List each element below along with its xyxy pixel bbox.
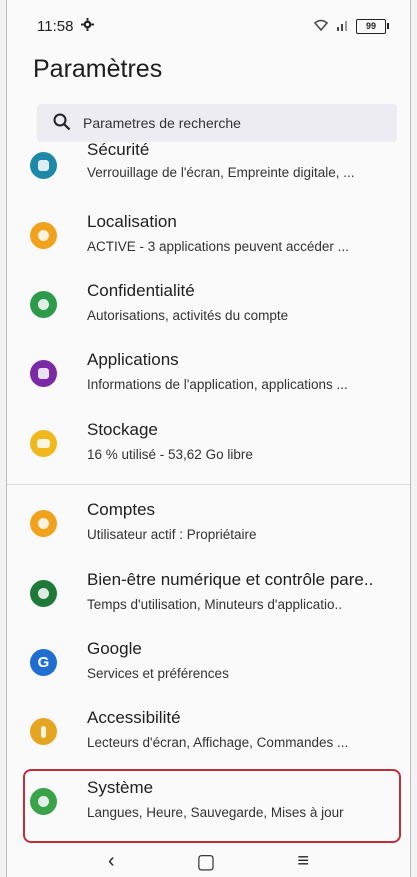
privacy-icon: [30, 291, 57, 318]
item-title: Google: [87, 639, 142, 658]
battery-icon: 99: [356, 18, 389, 34]
item-title: Applications: [87, 350, 179, 369]
settings-screen: 11:58 99 Paramètres Parametres de recher…: [6, 0, 411, 877]
item-title: Bien-être numérique et contrôle pare..: [87, 570, 374, 589]
item-subtitle: Services et préférences: [87, 666, 229, 681]
item-subtitle: ACTIVE - 3 applications peuvent accéder …: [87, 239, 349, 254]
item-subtitle: Utilisateur actif : Propriétaire: [87, 527, 257, 542]
item-title: Sécurité: [87, 140, 150, 159]
item-subtitle: Informations de l'application, applicati…: [87, 377, 348, 392]
google-icon: G: [30, 649, 57, 676]
back-button[interactable]: ‹: [108, 850, 115, 873]
settings-item-accounts[interactable]: Comptes Utilisateur actif : Propriétaire: [7, 494, 410, 562]
search-icon: [53, 113, 83, 134]
settings-item-privacy[interactable]: Confidentialité Autorisations, activités…: [7, 275, 410, 343]
item-title: Accessibilité: [87, 708, 181, 727]
home-button[interactable]: ▢: [197, 849, 216, 874]
item-subtitle: Autorisations, activités du compte: [87, 308, 289, 323]
item-subtitle: 16 % utilisé - 53,62 Go libre: [87, 447, 253, 462]
status-time: 11:58: [37, 17, 74, 35]
item-title: Comptes: [87, 500, 156, 519]
search-bar[interactable]: Parametres de recherche: [37, 104, 397, 142]
settings-item-location[interactable]: Localisation ACTIVE - 3 applications peu…: [7, 206, 410, 274]
item-subtitle: Lecteurs d'écran, Affichage, Commandes .…: [87, 735, 349, 750]
location-icon: [30, 222, 57, 249]
storage-icon: [30, 430, 57, 457]
selection-highlight: [23, 769, 401, 843]
signal-icon: [336, 18, 348, 35]
settings-item-security[interactable]: Sécurité Verrouillage de l'écran, Emprei…: [7, 138, 410, 206]
item-subtitle: Verrouillage de l'écran, Empreinte digit…: [87, 165, 355, 180]
wellbeing-icon: [30, 580, 57, 607]
page-title: Paramètres: [33, 55, 163, 83]
section-divider: [7, 484, 410, 485]
recents-button[interactable]: ≡: [297, 850, 309, 873]
item-title: Stockage: [87, 420, 158, 439]
search-placeholder: Parametres de recherche: [83, 115, 241, 131]
lock-icon: [30, 152, 57, 179]
item-subtitle: Temps d'utilisation, Minuteurs d'applica…: [87, 597, 343, 612]
apps-icon: [30, 360, 57, 387]
settings-item-wellbeing[interactable]: Bien-être numérique et contrôle pare.. T…: [7, 564, 410, 632]
accessibility-icon: [30, 718, 57, 745]
settings-item-storage[interactable]: Stockage 16 % utilisé - 53,62 Go libre: [7, 414, 410, 482]
gear-icon: [81, 17, 95, 35]
item-title: Confidentialité: [87, 281, 195, 300]
navigation-bar: ‹ ▢ ≡: [7, 845, 410, 877]
wifi-icon: [313, 18, 329, 35]
settings-item-apps[interactable]: Applications Informations de l'applicati…: [7, 344, 410, 412]
settings-item-google[interactable]: G Google Services et préférences: [7, 633, 410, 701]
item-title: Localisation: [87, 212, 177, 231]
account-icon: [30, 510, 57, 537]
status-bar: 11:58 99: [7, 0, 410, 52]
settings-item-accessibility[interactable]: Accessibilité Lecteurs d'écran, Affichag…: [7, 702, 410, 770]
